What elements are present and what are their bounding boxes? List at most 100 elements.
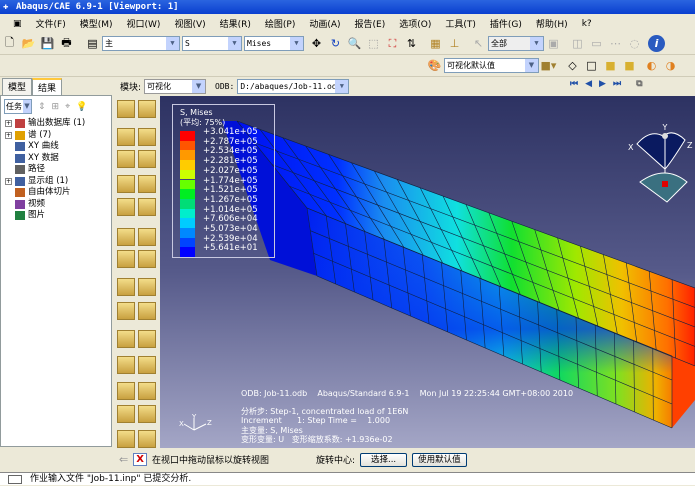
free-body-tool-icon[interactable] — [117, 278, 135, 296]
plot-contour-options-tool-icon[interactable] — [138, 128, 156, 146]
box-select-icon[interactable]: ▭ — [588, 35, 605, 52]
overlay-tool-icon[interactable] — [138, 198, 156, 216]
prev-frame-icon[interactable]: ◀ — [585, 79, 592, 89]
deformed-icon[interactable]: ⊥ — [446, 35, 463, 52]
tree-item[interactable]: 路径 — [5, 164, 85, 176]
entity-icon[interactable]: ⋯ — [607, 35, 624, 52]
tree-item[interactable]: +显示组 (1) — [5, 176, 85, 188]
box-zoom-icon[interactable]: ⬚ — [365, 35, 382, 52]
expand-icon[interactable]: + — [5, 132, 12, 139]
menu-item-5[interactable]: 绘图(P) — [258, 17, 302, 30]
menu-item-1[interactable]: 模型(M) — [73, 17, 120, 30]
menu-item-10[interactable]: 插件(G) — [483, 17, 529, 30]
tab-model[interactable]: 模型 — [2, 78, 32, 95]
plot-deformed-tool-icon[interactable] — [138, 100, 156, 118]
undeformed-icon[interactable]: ▦ — [427, 35, 444, 52]
new-file-icon[interactable]: 🗋 — [1, 35, 18, 52]
tree-item[interactable]: 图片 — [5, 210, 85, 222]
select-center-button[interactable]: 选择... — [360, 453, 407, 467]
invariant-select[interactable]: Mises▼ — [244, 36, 304, 51]
plot-undeformed-tool-icon[interactable] — [117, 100, 135, 118]
module-select[interactable]: 可视化▼ — [144, 79, 206, 94]
stream-tool-icon[interactable] — [138, 330, 156, 348]
hint-bulb-icon[interactable]: 💡 — [76, 102, 87, 112]
menu-item-11[interactable]: 帮助(H) — [529, 17, 575, 30]
menu-item-12[interactable]: k? — [575, 19, 599, 29]
odb-select[interactable]: D:/abaques/Job-11.odb▼ — [237, 79, 349, 94]
animate-time-tool-icon[interactable] — [138, 228, 156, 246]
display-manager-tool-icon[interactable] — [138, 382, 156, 400]
filled-icon[interactable]: ■ — [602, 57, 619, 74]
menu-item-3[interactable]: 视图(V) — [167, 17, 212, 30]
menu-item-7[interactable]: 报告(E) — [348, 17, 393, 30]
translucency-icon-2[interactable]: ◑ — [662, 57, 679, 74]
up-down-icon[interactable]: ⇕ — [38, 102, 46, 112]
tree-item[interactable]: XY 数据 — [5, 153, 85, 165]
menu-item-6[interactable]: 动画(A) — [302, 17, 347, 30]
plot-symbol-tool-icon[interactable] — [117, 150, 135, 168]
rotate-icon[interactable]: ↻ — [327, 35, 344, 52]
plot-material-tool-icon[interactable] — [117, 175, 135, 193]
wireframe-icon[interactable]: ◇ — [564, 57, 581, 74]
print-icon[interactable]: 🖶 — [58, 35, 75, 52]
symbol-options-tool-icon[interactable] — [138, 150, 156, 168]
animate-scale-tool-icon[interactable] — [117, 228, 135, 246]
pan-icon[interactable]: ✥ — [308, 35, 325, 52]
tree-item[interactable]: 自由体切片 — [5, 187, 85, 199]
render-style-icon[interactable]: ■▾ — [540, 57, 557, 74]
query-options-tool-icon[interactable] — [138, 430, 156, 448]
display-group-tool-icon[interactable] — [117, 382, 135, 400]
shaded-icon[interactable]: ■ — [621, 57, 638, 74]
replace-icon[interactable]: ▣ — [545, 35, 562, 52]
animate-harmonic-tool-icon[interactable] — [117, 250, 135, 268]
tree-item[interactable]: 视频 — [5, 199, 85, 211]
new-folder-icon[interactable]: ⊞ — [52, 102, 60, 112]
tree-item[interactable]: +输出数据库 (1) — [5, 118, 85, 130]
menu-item-2[interactable]: 视口(W) — [120, 17, 168, 30]
menu-item-0[interactable]: 文件(F) — [29, 17, 73, 30]
last-frame-icon[interactable]: ⏭ — [613, 79, 621, 89]
xy-manager-tool-icon[interactable] — [138, 302, 156, 320]
xy-data-tool-icon[interactable] — [138, 278, 156, 296]
plot-contour-tool-icon[interactable] — [117, 128, 135, 146]
frame-options-icon[interactable]: ⧉ — [636, 79, 642, 89]
save-icon[interactable]: 💾 — [39, 35, 56, 52]
create-xy-tool-icon[interactable] — [117, 302, 135, 320]
tree-item[interactable]: +谱 (7) — [5, 130, 85, 142]
lasso-icon[interactable]: ◌ — [626, 35, 643, 52]
viewport[interactable]: S, Mises (平均: 75%) +3.041e+05+2.787e+05+… — [160, 96, 695, 448]
cycle-views-icon[interactable]: ⇅ — [403, 35, 420, 52]
view-cut-tool-icon[interactable] — [117, 356, 135, 374]
hidden-line-icon[interactable]: □ — [583, 57, 600, 74]
allow-multiple-tool-icon[interactable] — [117, 198, 135, 216]
view-cut-icon[interactable]: ◫ — [569, 35, 586, 52]
view-cut-manager-tool-icon[interactable] — [138, 356, 156, 374]
tab-results[interactable]: 结果 — [32, 78, 62, 95]
next-frame-icon[interactable]: ▶ — [599, 79, 606, 89]
use-default-button[interactable]: 使用默认值 — [412, 453, 467, 467]
field-output-icon[interactable]: ▤ — [84, 35, 101, 52]
cancel-x-icon[interactable]: X — [133, 453, 147, 466]
defaults-select[interactable]: 可视化默认值▼ — [444, 58, 539, 73]
query-tool-icon[interactable] — [117, 430, 135, 448]
display-group-select[interactable]: 全部▼ — [488, 36, 544, 51]
color-code-tool-icon[interactable] — [117, 405, 135, 423]
menu-item-9[interactable]: 工具(T) — [438, 17, 483, 30]
translucency-icon[interactable]: ◐ — [643, 57, 660, 74]
auto-fit-icon[interactable]: ⛶ — [384, 35, 401, 52]
back-arrow-icon[interactable]: ⇐ — [119, 453, 128, 466]
first-frame-icon[interactable]: ⏮ — [570, 79, 578, 89]
info-icon[interactable]: i — [648, 35, 665, 52]
tree-tool-icon[interactable]: ⌖ — [65, 102, 70, 112]
zoom-icon[interactable]: 🔍 — [346, 35, 363, 52]
message-toggle-icon[interactable] — [8, 475, 22, 484]
tree-item[interactable]: XY 曲线 — [5, 141, 85, 153]
animate-options-tool-icon[interactable] — [138, 250, 156, 268]
filter-select[interactable]: 任务▼ — [4, 99, 32, 114]
menu-item-4[interactable]: 结果(R) — [213, 17, 258, 30]
palette-icon[interactable]: 🎨 — [426, 57, 443, 74]
material-options-tool-icon[interactable] — [138, 175, 156, 193]
menu-item-8[interactable]: 选项(O) — [392, 17, 438, 30]
open-file-icon[interactable]: 📂 — [20, 35, 37, 52]
color-options-tool-icon[interactable] — [138, 405, 156, 423]
